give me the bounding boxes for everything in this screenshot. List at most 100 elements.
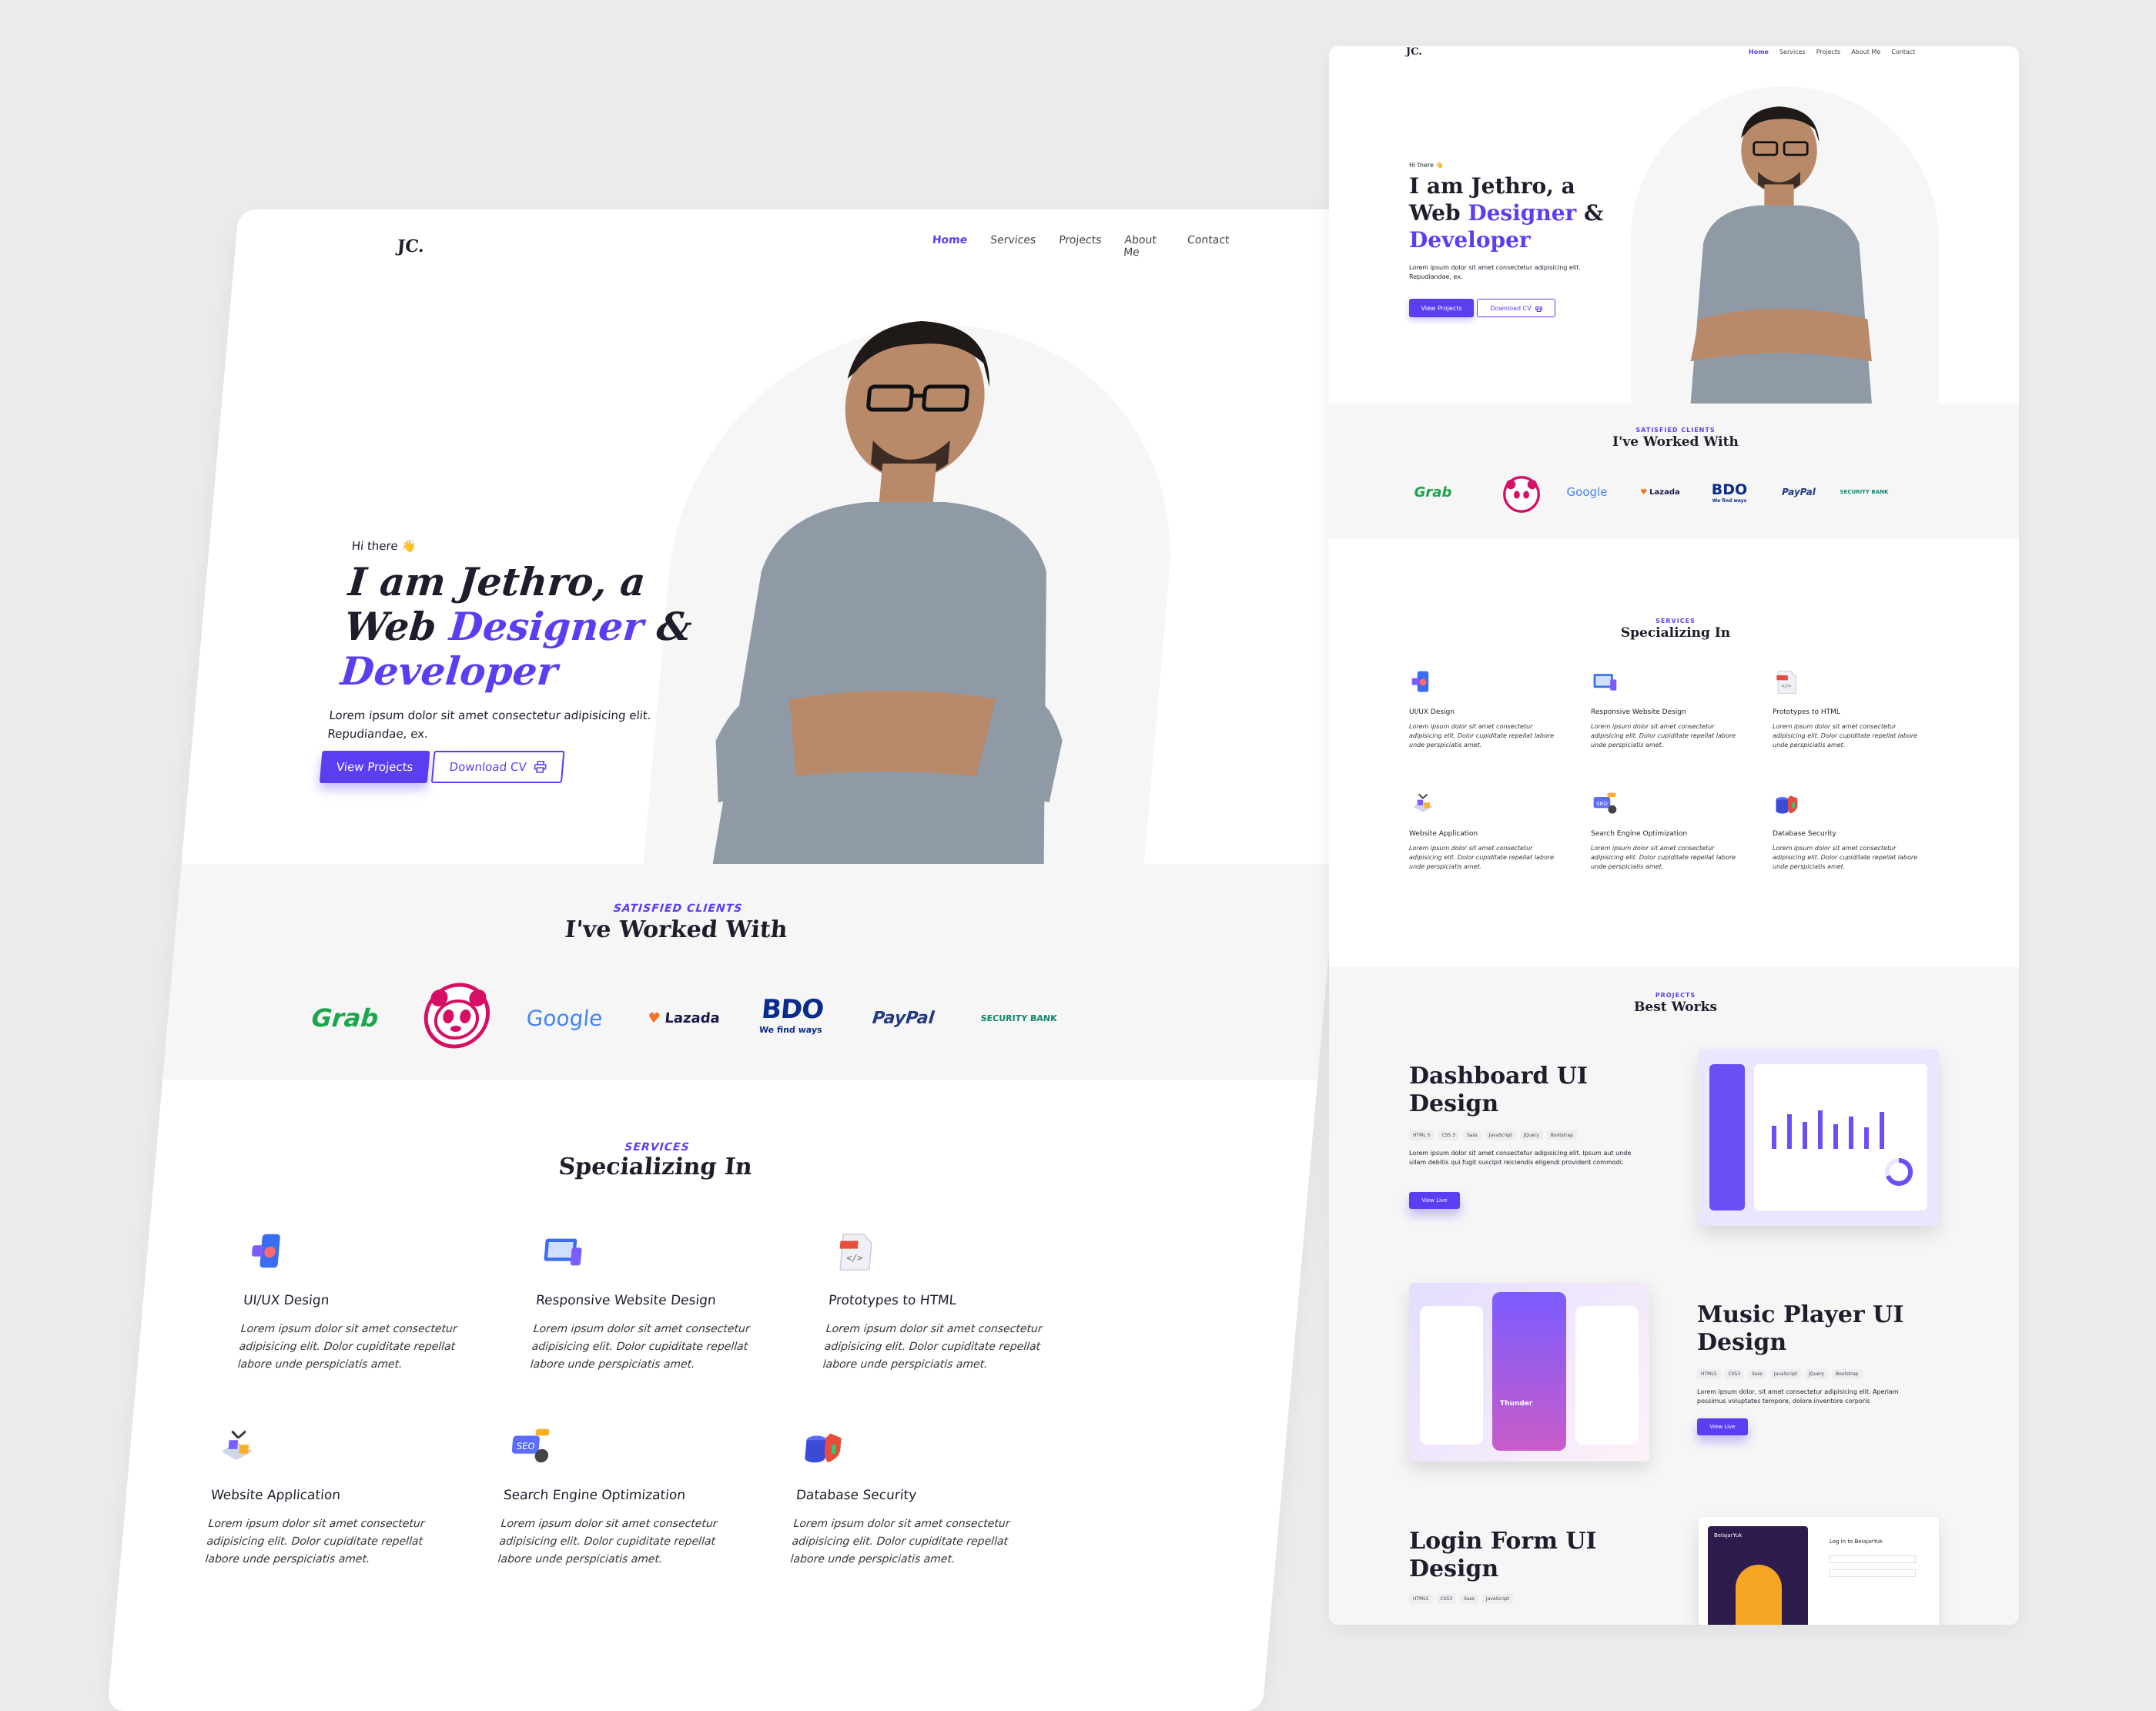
login-illustration-graphic xyxy=(1736,1565,1782,1625)
nav-links: Home Services Projects About Me Contact xyxy=(931,234,1230,259)
security-bank-logo: SECURITY BANK xyxy=(980,1013,1058,1023)
hero-line-2c: & xyxy=(641,604,694,649)
seo-icon: SEO xyxy=(506,1425,554,1472)
music-card-left-graphic xyxy=(1420,1306,1483,1445)
small-clients-eyebrow: SATISFIED CLIENTS xyxy=(1635,427,1716,434)
nav-home[interactable]: Home xyxy=(931,234,968,259)
project-3-title: Login Form UI Design xyxy=(1409,1528,1597,1583)
small-download-cv-button[interactable]: Download CV xyxy=(1477,299,1555,317)
small-view-projects-button[interactable]: View Projects xyxy=(1409,299,1474,317)
project-2-tag: JQuery xyxy=(1804,1369,1828,1379)
hero-line-2: Web Designer & xyxy=(343,604,747,649)
project-1-description: Lorem ipsum dolor sit amet consectetur a… xyxy=(1409,1150,1632,1166)
project-2-view-live-button[interactable]: View Live xyxy=(1697,1418,1748,1435)
hero-description-2: Repudiandae, ex. xyxy=(326,727,429,741)
svg-text:SEO: SEO xyxy=(1596,800,1608,807)
service-description: Lorem ipsum dolor sit amet consectetur a… xyxy=(204,1518,426,1565)
google-logo: Google xyxy=(525,1005,604,1031)
hero-line-2a: Web xyxy=(343,604,452,649)
hero-greeting: Hi there 👋 xyxy=(350,539,417,553)
projects-eyebrow: PROJECTS xyxy=(1655,992,1696,999)
project-1-tag: Bootstrap xyxy=(1546,1130,1578,1140)
small-services-eyebrow: SERVICES xyxy=(1656,618,1696,624)
hero-line-1: I am Jethro, a xyxy=(346,559,648,604)
nav-projects[interactable]: Projects xyxy=(1057,234,1103,259)
small-html-file-icon: </> xyxy=(1773,668,1800,699)
login-form-thumbnail[interactable]: BelajarYuk Log in to BelajarYuk xyxy=(1699,1517,1939,1625)
clients-section: SATISFIED CLIENTS I've Worked With Grab … xyxy=(162,864,1337,1080)
responsive-devices-icon xyxy=(538,1230,587,1277)
project-1-view-live-button[interactable]: View Live xyxy=(1409,1192,1460,1209)
nav-services[interactable]: Services xyxy=(989,234,1036,259)
project-2-title-line-2: Design xyxy=(1697,1329,1787,1356)
small-bdo-name: BDO xyxy=(1711,480,1748,498)
small-web-app-icon xyxy=(1409,790,1437,821)
project-2-tag: HTML5 xyxy=(1697,1369,1721,1379)
project-3-tag: Sass xyxy=(1460,1594,1478,1604)
small-hero-line-2: Web Designer & xyxy=(1409,199,1640,226)
bdo-tagline: We find ways xyxy=(758,1024,823,1035)
nav-about[interactable]: About Me xyxy=(1123,234,1164,259)
small-hero-line-2a: Web xyxy=(1409,200,1468,226)
hero-line-2b: Designer xyxy=(447,604,646,649)
small-brand-logo[interactable]: JC. xyxy=(1406,46,1749,58)
svg-text:</>: </> xyxy=(846,1253,863,1264)
service-description: Lorem ipsum dolor sit amet consectetur a… xyxy=(237,1323,458,1371)
dashboard-donut-graphic xyxy=(1885,1157,1913,1186)
service-description: Lorem ipsum dolor sit amet consectetur a… xyxy=(497,1518,718,1565)
music-thumb-title: Thunder xyxy=(1500,1400,1533,1408)
small-mobile-design-icon xyxy=(1409,668,1437,699)
download-cv-button[interactable]: Download CV xyxy=(430,751,565,783)
small-nav-projects[interactable]: Projects xyxy=(1816,49,1841,55)
project-2-tag: CSS3 xyxy=(1724,1369,1745,1379)
lazada-heart-icon: ♥ xyxy=(647,1010,661,1026)
small-hero-description-2: Repudiandae, ex. xyxy=(1409,273,1463,280)
small-hero-greeting: Hi there 👋 xyxy=(1409,162,1444,169)
small-nav-home[interactable]: Home xyxy=(1749,49,1769,55)
small-service-description: Lorem ipsum dolor sit amet consectetur a… xyxy=(1773,845,1918,870)
small-nav-contact[interactable]: Contact xyxy=(1891,49,1915,55)
small-service-title: UI/UX Design xyxy=(1409,708,1455,716)
small-nav-services[interactable]: Services xyxy=(1779,49,1806,55)
small-service-description: Lorem ipsum dolor sit amet consectetur a… xyxy=(1773,723,1918,748)
bdo-logo: BDO We find ways xyxy=(744,987,841,1041)
svg-text:</>: </> xyxy=(1782,682,1793,689)
web-app-icon xyxy=(213,1425,262,1472)
brand-logo[interactable]: JC. xyxy=(397,236,710,256)
small-hero-description: Lorem ipsum dolor sit amet consectetur a… xyxy=(1409,263,1625,282)
small-service-description: Lorem ipsum dolor sit amet consectetur a… xyxy=(1409,723,1555,748)
service-title: Responsive Website Design xyxy=(535,1293,717,1308)
small-services-title: Specializing In xyxy=(1620,625,1731,641)
project-2-tag: Bootstrap xyxy=(1831,1369,1863,1379)
bdo-name: BDO xyxy=(760,993,825,1025)
nav-contact[interactable]: Contact xyxy=(1186,234,1230,259)
small-nav-links: Home Services Projects About Me Contact xyxy=(1749,49,1915,55)
music-player-thumbnail[interactable]: Thunder xyxy=(1409,1283,1649,1462)
small-service-description: Lorem ipsum dolor sit amet consectetur a… xyxy=(1409,845,1555,870)
small-bdo-logo: BDO We find ways xyxy=(1699,477,1760,507)
small-security-bank-logo: SECURITY BANK xyxy=(1840,489,1889,495)
large-mockup-window: JC. Home Services Projects About Me Cont… xyxy=(107,209,1394,1711)
grab-logo: Grab xyxy=(310,1003,380,1033)
top-nav: JC. Home Services Projects About Me Cont… xyxy=(395,223,1230,270)
small-download-cv-label: Download CV xyxy=(1490,304,1532,312)
svg-text:SEO: SEO xyxy=(516,1441,535,1452)
small-seo-icon: SEO xyxy=(1591,790,1619,821)
project-2-tag: JavaScript xyxy=(1769,1369,1801,1379)
service-description: Lorem ipsum dolor sit amet consectetur a… xyxy=(789,1518,1011,1565)
small-database-security-icon xyxy=(1773,790,1800,821)
service-title: Prototypes to HTML xyxy=(828,1293,957,1308)
service-title: Database Security xyxy=(795,1488,918,1503)
small-hero-line-1: I am Jethro, a xyxy=(1409,173,1575,199)
small-top-nav: JC. Home Services Projects About Me Cont… xyxy=(1406,46,1945,58)
project-2-tag: Sass xyxy=(1748,1369,1766,1379)
small-service-description: Lorem ipsum dolor sit amet consectetur a… xyxy=(1591,723,1736,748)
small-lazada-heart-icon: ♥ xyxy=(1640,487,1648,497)
view-projects-button[interactable]: View Projects xyxy=(319,751,430,783)
hero-description: Lorem ipsum dolor sit amet consectetur a… xyxy=(326,706,668,743)
lazada-name: Lazada xyxy=(664,1010,721,1026)
small-portrait-photo xyxy=(1690,106,1872,403)
dashboard-ui-thumbnail[interactable] xyxy=(1699,1049,1939,1226)
small-nav-about[interactable]: About Me xyxy=(1851,49,1880,55)
database-security-icon xyxy=(798,1425,847,1472)
